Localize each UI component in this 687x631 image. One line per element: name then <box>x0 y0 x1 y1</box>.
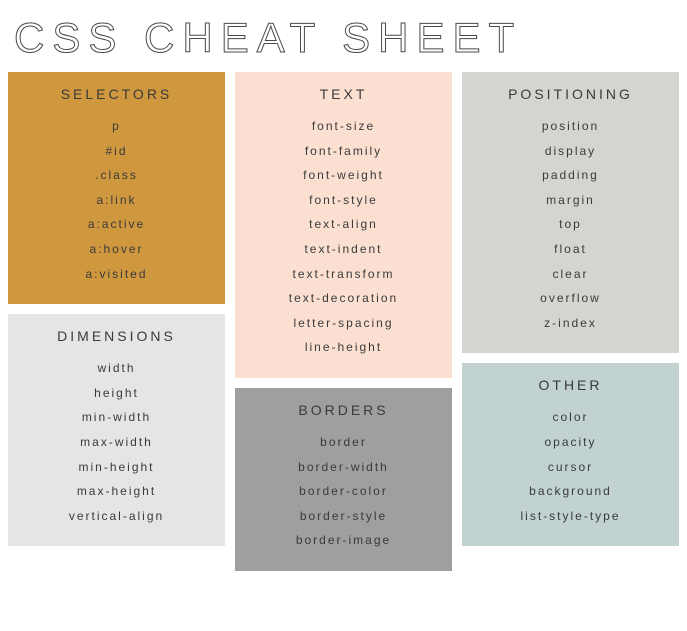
card-item: text-transform <box>243 262 444 287</box>
card-item: border-style <box>243 504 444 529</box>
card-item: font-weight <box>243 163 444 188</box>
card-item: text-decoration <box>243 286 444 311</box>
card-item: opacity <box>470 430 671 455</box>
card-item: height <box>16 381 217 406</box>
card-selectors: SELECTORS p #id .class a:link a:active a… <box>8 72 225 304</box>
card-item: line-height <box>243 335 444 360</box>
card-title: OTHER <box>470 377 671 393</box>
card-item: display <box>470 139 671 164</box>
card-item: letter-spacing <box>243 311 444 336</box>
column-0: SELECTORS p #id .class a:link a:active a… <box>8 72 225 571</box>
card-title: SELECTORS <box>16 86 217 102</box>
card-item: .class <box>16 163 217 188</box>
card-item: border-image <box>243 528 444 553</box>
card-item: margin <box>470 188 671 213</box>
card-item: overflow <box>470 286 671 311</box>
cheatsheet-grid: SELECTORS p #id .class a:link a:active a… <box>0 72 687 579</box>
card-item: top <box>470 212 671 237</box>
card-item: background <box>470 479 671 504</box>
card-item: a:link <box>16 188 217 213</box>
card-dimensions: DIMENSIONS width height min-width max-wi… <box>8 314 225 546</box>
card-item: width <box>16 356 217 381</box>
card-item: font-family <box>243 139 444 164</box>
card-item: cursor <box>470 455 671 480</box>
column-2: POSITIONING position display padding mar… <box>462 72 679 571</box>
card-item: max-height <box>16 479 217 504</box>
card-item: color <box>470 405 671 430</box>
card-title: POSITIONING <box>470 86 671 102</box>
card-item: max-width <box>16 430 217 455</box>
column-1: TEXT font-size font-family font-weight f… <box>235 72 452 571</box>
card-positioning: POSITIONING position display padding mar… <box>462 72 679 353</box>
card-item: border-width <box>243 455 444 480</box>
card-item: a:visited <box>16 262 217 287</box>
card-title: DIMENSIONS <box>16 328 217 344</box>
card-item: min-width <box>16 405 217 430</box>
card-item: vertical-align <box>16 504 217 529</box>
card-item: a:hover <box>16 237 217 262</box>
card-item: p <box>16 114 217 139</box>
card-item: border <box>243 430 444 455</box>
card-item: text-indent <box>243 237 444 262</box>
card-borders: BORDERS border border-width border-color… <box>235 388 452 571</box>
card-item: padding <box>470 163 671 188</box>
card-item: #id <box>16 139 217 164</box>
page-title: CSS CHEAT SHEET <box>0 0 687 72</box>
card-item: float <box>470 237 671 262</box>
card-item: min-height <box>16 455 217 480</box>
card-title: TEXT <box>243 86 444 102</box>
card-text: TEXT font-size font-family font-weight f… <box>235 72 452 378</box>
card-item: font-size <box>243 114 444 139</box>
card-title: BORDERS <box>243 402 444 418</box>
card-item: border-color <box>243 479 444 504</box>
card-other: OTHER color opacity cursor background li… <box>462 363 679 546</box>
card-item: clear <box>470 262 671 287</box>
card-item: a:active <box>16 212 217 237</box>
card-item: position <box>470 114 671 139</box>
card-item: text-align <box>243 212 444 237</box>
card-item: list-style-type <box>470 504 671 529</box>
card-item: z-index <box>470 311 671 336</box>
card-item: font-style <box>243 188 444 213</box>
